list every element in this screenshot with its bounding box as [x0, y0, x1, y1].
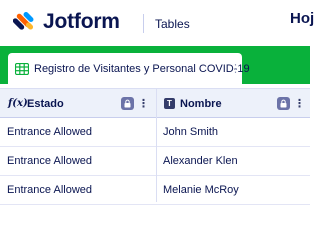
- tab-label: Registro de Visitantes y Personal COVID-…: [34, 63, 250, 75]
- product-name: Tables: [155, 17, 190, 31]
- cell-estado[interactable]: Entrance Allowed: [7, 154, 92, 168]
- table-row[interactable]: Entrance Allowed John Smith: [0, 118, 310, 147]
- cell-nombre[interactable]: Melanie McRoy: [163, 183, 239, 197]
- column-divider: [156, 88, 157, 202]
- tab-registro[interactable]: Registro de Visitantes y Personal COVID-…: [8, 53, 250, 84]
- tab-bar: Registro de Visitantes y Personal COVID-…: [0, 46, 310, 84]
- tab-more-options-icon[interactable]: ⋮: [230, 62, 241, 76]
- table-row[interactable]: Entrance Allowed Alexander Klen: [0, 147, 310, 176]
- data-grid: f(x) Estado ⋮ T Nombre ⋮ Entrance Allowe…: [0, 88, 310, 205]
- lock-icon[interactable]: [277, 97, 290, 110]
- table-title[interactable]: Hoj: [290, 9, 314, 29]
- lock-icon[interactable]: [121, 97, 134, 110]
- top-bar: Jotform Tables Hoj: [0, 0, 314, 46]
- cell-nombre[interactable]: John Smith: [163, 125, 218, 139]
- table-grid-icon: [15, 63, 29, 75]
- cell-estado[interactable]: Entrance Allowed: [7, 183, 92, 197]
- formula-icon: f(x): [8, 98, 28, 109]
- brand-name[interactable]: Jotform: [43, 10, 120, 34]
- text-type-icon: T: [164, 98, 175, 109]
- header-divider: [143, 14, 144, 33]
- column-options-icon[interactable]: ⋮: [294, 96, 305, 112]
- jotform-logo[interactable]: [13, 10, 37, 34]
- table-row[interactable]: Entrance Allowed Melanie McRoy: [0, 176, 310, 205]
- column-label: Nombre: [180, 98, 222, 110]
- column-header-nombre[interactable]: T Nombre ⋮: [156, 89, 310, 118]
- column-header-estado[interactable]: f(x) Estado ⋮: [0, 89, 156, 118]
- cell-estado[interactable]: Entrance Allowed: [7, 125, 92, 139]
- column-header-row: f(x) Estado ⋮ T Nombre ⋮: [0, 88, 310, 118]
- column-label: Estado: [27, 98, 64, 110]
- cell-nombre[interactable]: Alexander Klen: [163, 154, 238, 168]
- column-options-icon[interactable]: ⋮: [138, 96, 149, 112]
